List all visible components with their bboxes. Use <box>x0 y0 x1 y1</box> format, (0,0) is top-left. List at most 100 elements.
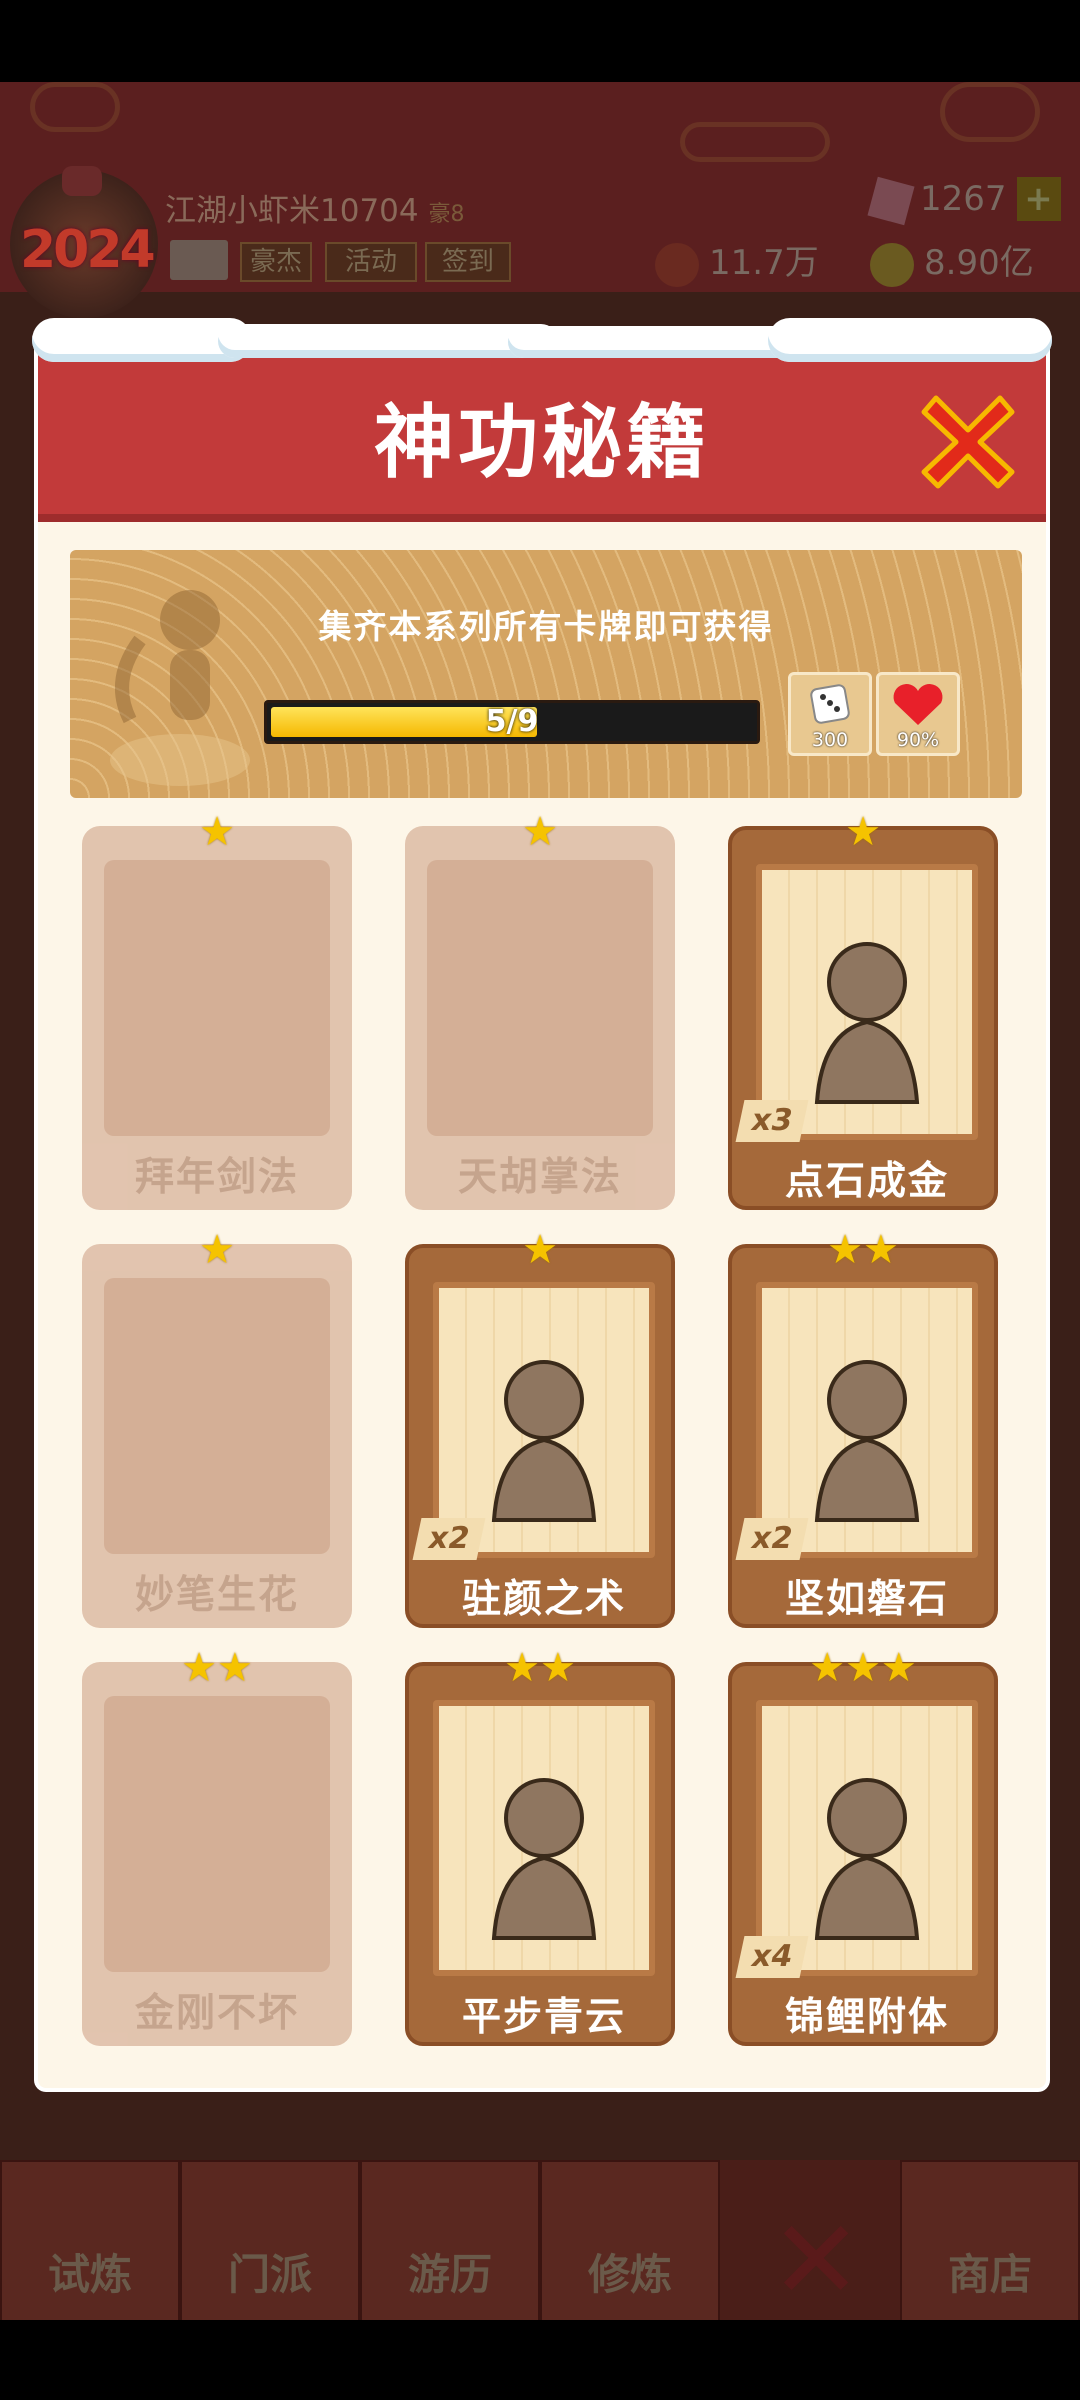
star-rating-icon: ★★★ <box>809 1645 917 1691</box>
coin-counter: 8.90亿 <box>870 240 1034 287</box>
star-rating-icon: ★ <box>199 1227 235 1273</box>
player-name: 江湖小虾米10704 豪8 <box>165 185 464 230</box>
card-placeholder <box>104 860 330 1136</box>
skill-card[interactable]: 平步青云 ★★ <box>405 1648 675 2046</box>
star-rating-icon: ★★ <box>504 1645 576 1691</box>
character-figure-icon <box>814 1778 920 1940</box>
skill-card[interactable]: 锦鲤附体 x4 ★★★ <box>728 1648 998 2046</box>
card-name: 天胡掌法 <box>457 1155 622 1200</box>
card-face: 妙笔生花 <box>82 1244 352 1628</box>
snow-decoration <box>768 318 1052 362</box>
close-button[interactable] <box>918 390 1018 490</box>
card-artwork <box>433 1282 655 1558</box>
close-icon <box>921 395 1015 489</box>
card-placeholder <box>104 1696 330 1972</box>
bottom-navigation: 试炼 门派 游历 修炼 商店 <box>0 2160 1080 2324</box>
star-rating-icon: ★ <box>522 809 558 855</box>
card-face: 驻颜之术 x2 <box>405 1244 675 1628</box>
card-placeholder <box>427 860 653 1136</box>
star-rating-icon: ★ <box>522 1227 558 1273</box>
character-figure-icon <box>491 1360 597 1522</box>
snow-decoration <box>218 324 558 358</box>
add-gems-button[interactable]: + <box>1016 177 1061 221</box>
checkin-button[interactable]: 签到 <box>425 242 511 282</box>
nav-trial[interactable]: 试炼 <box>0 2160 180 2324</box>
wealth-icon <box>655 242 699 287</box>
heroes-button[interactable]: 豪杰 <box>240 242 312 282</box>
nav-close-icon[interactable]: ✕ <box>770 2205 862 2315</box>
skill-card[interactable]: 天胡掌法 ★ <box>405 812 675 1210</box>
card-name: 拜年剑法 <box>134 1155 299 1200</box>
skill-card[interactable]: 拜年剑法 ★ <box>82 812 352 1210</box>
card-face: 锦鲤附体 x4 <box>728 1662 998 2046</box>
card-name: 驻颜之术 <box>461 1577 626 1622</box>
dialog-header: 神功秘籍 <box>32 318 1052 522</box>
coin-icon <box>870 242 914 287</box>
card-face: 拜年剑法 <box>82 826 352 1210</box>
character-figure-icon <box>814 942 920 1104</box>
gem-value: 1267 <box>920 179 1007 219</box>
gem-counter: 1267 + <box>867 176 1061 225</box>
skill-card[interactable]: 坚如磐石 x2 ★★ <box>728 1230 998 1628</box>
mail-icon[interactable] <box>170 240 228 280</box>
skill-card[interactable]: 点石成金 x3 ★ <box>728 812 998 1210</box>
heart-icon <box>893 684 943 725</box>
system-nav-area <box>0 2320 1080 2400</box>
card-artwork <box>433 1700 655 1976</box>
card-name: 妙笔生花 <box>134 1573 299 1618</box>
player-name-text: 江湖小虾米10704 <box>165 193 419 229</box>
nav-travel[interactable]: 游历 <box>360 2160 540 2324</box>
skill-card[interactable]: 金刚不坏 ★★ <box>82 1648 352 2046</box>
card-face: 点石成金 x3 <box>728 826 998 1210</box>
snow-decoration <box>508 326 808 358</box>
gem-icon <box>867 176 915 225</box>
skill-card[interactable]: 驻颜之术 x2 ★ <box>405 1230 675 1628</box>
card-artwork <box>756 1700 978 1976</box>
dice-icon <box>810 684 850 724</box>
character-figure-icon <box>491 1778 597 1940</box>
card-face: 天胡掌法 <box>405 826 675 1210</box>
progress-label: 5/9 <box>485 704 539 739</box>
star-rating-icon: ★ <box>199 809 235 855</box>
reward-dice[interactable]: 300 <box>788 672 872 756</box>
reward-heart[interactable]: 90% <box>876 672 960 756</box>
card-count-badge: x4 <box>735 1936 809 1978</box>
card-count-badge: x3 <box>735 1100 809 1142</box>
player-avatar[interactable]: 2024 <box>10 166 158 318</box>
card-face: 坚如磐石 x2 <box>728 1244 998 1628</box>
card-name: 锦鲤附体 <box>784 1995 949 2040</box>
collection-banner: 集齐本系列所有卡牌即可获得 5/9 300 90% <box>70 550 1022 798</box>
wealth-value: 11.7万 <box>709 243 819 283</box>
nav-trial-label: 试炼 <box>47 2250 132 2299</box>
nav-travel-label: 游历 <box>407 2250 492 2299</box>
card-placeholder <box>104 1278 330 1554</box>
collection-progress-bar: 5/9 <box>264 700 760 744</box>
dialog-title: 神功秘籍 <box>374 396 710 489</box>
nav-shop[interactable]: 商店 <box>900 2160 1080 2324</box>
card-count-badge: x2 <box>735 1518 809 1560</box>
avatar-year-badge: 2024 <box>20 220 156 280</box>
nav-shop-label: 商店 <box>947 2250 1032 2299</box>
card-name: 坚如磐石 <box>784 1577 949 1622</box>
nav-sect[interactable]: 门派 <box>180 2160 360 2324</box>
wealth-counter: 11.7万 <box>655 240 819 287</box>
card-name: 点石成金 <box>784 1159 949 1204</box>
reward-dice-value: 300 <box>811 729 849 751</box>
reward-heart-value: 90% <box>896 729 940 751</box>
nav-sect-label: 门派 <box>227 2250 312 2299</box>
character-figure-icon <box>814 1360 920 1522</box>
card-name: 金刚不坏 <box>134 1991 299 2036</box>
card-name: 平步青云 <box>461 1995 626 2040</box>
coin-value: 8.90亿 <box>924 243 1034 283</box>
card-artwork <box>756 864 978 1140</box>
collection-hint: 集齐本系列所有卡牌即可获得 <box>318 607 774 646</box>
card-face: 金刚不坏 <box>82 1662 352 2046</box>
events-button[interactable]: 活动 <box>325 242 417 282</box>
card-artwork <box>756 1282 978 1558</box>
nav-cultivate[interactable]: 修炼 <box>540 2160 720 2324</box>
star-rating-icon: ★ <box>845 809 881 855</box>
star-rating-icon: ★★ <box>827 1227 899 1273</box>
player-rank: 豪8 <box>428 202 465 227</box>
skill-card[interactable]: 妙笔生花 ★ <box>82 1230 352 1628</box>
card-count-badge: x2 <box>412 1518 486 1560</box>
